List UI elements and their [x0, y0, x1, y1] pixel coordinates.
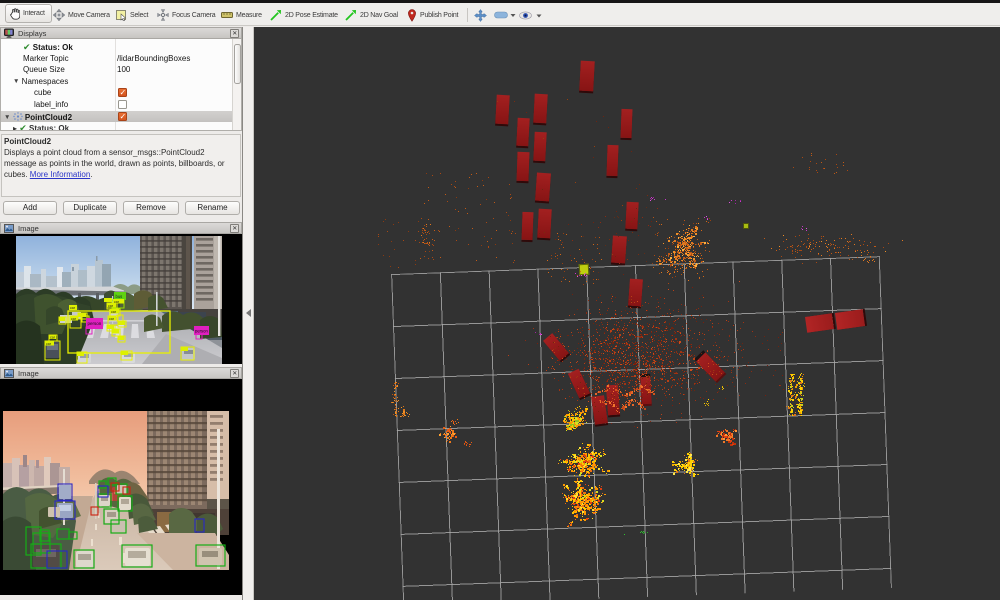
svg-text:car: car	[70, 306, 76, 310]
svg-text:person: person	[88, 321, 102, 326]
svg-text:car: car	[46, 342, 52, 346]
svg-text:car: car	[108, 304, 114, 308]
svg-text:car: car	[114, 300, 120, 304]
svg-text:car: car	[71, 317, 77, 321]
svg-text:car: car	[111, 310, 117, 314]
svg-text:car: car	[50, 336, 56, 340]
svg-text:car: car	[109, 317, 115, 321]
svg-text:bus: bus	[116, 294, 123, 299]
